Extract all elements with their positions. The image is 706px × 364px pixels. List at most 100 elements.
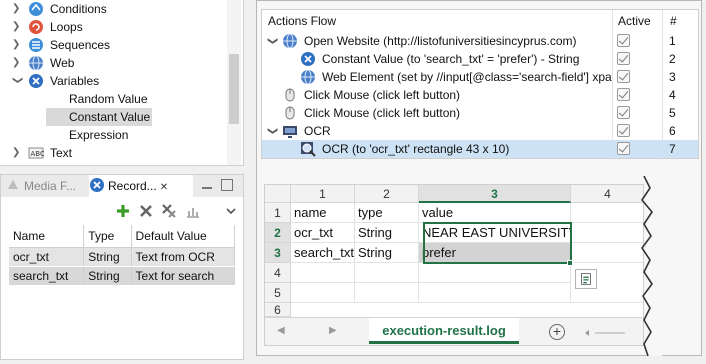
sheet-cell-selected[interactable]: NEAR EAST UNIVERSITY	[419, 223, 571, 243]
sheet-cell[interactable]: String	[355, 223, 419, 243]
chevron-down-icon[interactable]: ❯	[263, 37, 281, 45]
column-header-default-value[interactable]: Default Value	[131, 225, 236, 248]
tree-item-label: Web	[50, 56, 75, 70]
sheet-cell-empty[interactable]	[419, 263, 571, 283]
add-icon[interactable]	[115, 203, 131, 219]
active-checkbox[interactable]	[617, 88, 630, 101]
select-all-corner[interactable]	[265, 185, 291, 203]
tree-item-variables[interactable]: ❯ Variables	[0, 72, 228, 90]
sheet-tab[interactable]: execution-result.log	[369, 318, 519, 344]
row-header[interactable]: 1	[265, 203, 291, 223]
column-header-actions-flow[interactable]: Actions Flow	[268, 12, 336, 30]
active-checkbox[interactable]	[617, 52, 630, 65]
tree-item-text[interactable]: ❯ ABC Text	[0, 144, 228, 162]
sheet-cell-empty[interactable]	[419, 283, 571, 303]
flow-row-selected[interactable]: OCR (to 'ocr_txt' rectangle 43 x 10) 7	[262, 140, 698, 158]
tree-item-label: Random Value	[69, 92, 148, 106]
flow-row[interactable]: Click Mouse (click left button) 5	[262, 104, 698, 122]
tree-item-label: Expression	[69, 128, 129, 142]
chevron-right-icon[interactable]: ❯	[12, 144, 22, 162]
flow-row[interactable]: ❯ Open Website (http://listofuniversitie…	[262, 32, 698, 50]
chart-icon[interactable]	[185, 203, 201, 219]
tab-record-variables[interactable]: Record... ✕	[89, 175, 193, 197]
active-checkbox[interactable]	[617, 124, 630, 137]
flow-row-label: Web Element (set by //input[@class='sear…	[322, 70, 612, 84]
table-row[interactable]: ocr_txt String Text from OCR	[9, 247, 236, 267]
torn-edge-decoration	[641, 176, 662, 356]
sheet-cell-empty[interactable]	[355, 263, 419, 283]
text-abc-icon: ABC	[28, 147, 44, 159]
tree-item-random-value[interactable]: Random Value	[0, 90, 228, 108]
loops-icon	[29, 20, 43, 34]
chevron-down-icon[interactable]: ❯	[263, 127, 281, 135]
active-checkbox[interactable]	[617, 142, 630, 155]
active-checkbox[interactable]	[617, 34, 630, 47]
minimize-icon[interactable]	[201, 179, 213, 191]
column-header-active[interactable]: 3	[419, 185, 571, 203]
active-checkbox[interactable]	[617, 70, 630, 83]
column-header-number[interactable]: #	[670, 12, 677, 30]
tree-scrollbar[interactable]	[227, 0, 241, 165]
maximize-icon[interactable]	[221, 179, 233, 191]
view-tab-bar: Media F... Record... ✕	[0, 174, 244, 198]
sheet-cell[interactable]: search_txt	[291, 243, 355, 263]
sheet-cell[interactable]: ocr_txt	[291, 223, 355, 243]
scroll-thumb[interactable]	[229, 54, 239, 124]
scroll-left-arrow-icon[interactable]: ◀	[277, 325, 285, 336]
delete-all-icon[interactable]	[161, 203, 177, 219]
fill-handle[interactable]	[567, 260, 573, 266]
delete-icon[interactable]	[138, 203, 154, 219]
chevron-right-icon[interactable]: ❯	[12, 0, 22, 18]
sheet-cell-empty[interactable]	[291, 263, 355, 283]
table-row[interactable]: search_txt String Text for search	[9, 266, 236, 285]
view-menu-chevron-icon[interactable]	[223, 203, 239, 219]
sheet-cell[interactable]: String	[355, 243, 419, 263]
variable-x-icon	[90, 178, 104, 192]
conditions-icon	[29, 2, 43, 16]
flow-row-label: Click Mouse (click left button)	[304, 106, 461, 120]
row-number: 7	[669, 142, 676, 156]
tree-item-conditions[interactable]: ❯ Conditions	[0, 0, 228, 18]
close-icon[interactable]: ✕	[160, 182, 168, 193]
quick-analysis-icon[interactable]	[575, 269, 597, 289]
tree-item-loops[interactable]: ❯ Loops	[0, 18, 228, 36]
row-header[interactable]: 5	[265, 283, 291, 303]
column-header-type[interactable]: Type	[83, 225, 132, 248]
chevron-down-icon[interactable]: ❯	[8, 76, 26, 86]
add-sheet-icon[interactable]: +	[549, 324, 565, 340]
tree-item-web[interactable]: ❯ Web	[0, 54, 228, 72]
flow-row[interactable]: ❯ OCR 6	[262, 122, 698, 140]
tree-item-expression[interactable]: Expression	[0, 126, 228, 144]
tab-media-files[interactable]: Media F...	[5, 175, 76, 197]
column-header-name[interactable]: Name	[9, 225, 85, 248]
sheet-cell-empty[interactable]	[355, 283, 419, 303]
sheet-cell[interactable]: name	[291, 203, 355, 223]
tree-item-label: Constant Value	[69, 110, 151, 124]
chevron-right-icon[interactable]: ❯	[12, 18, 22, 36]
tree-item-constant-value[interactable]: Constant Value	[46, 108, 152, 126]
flow-row[interactable]: Click Mouse (click left button) 4	[262, 86, 698, 104]
column-header[interactable]: 2	[355, 185, 419, 203]
row-header[interactable]: 6	[265, 303, 291, 317]
scroll-right-arrow-icon[interactable]: ▶	[329, 325, 337, 336]
column-header-active[interactable]: Active	[618, 12, 651, 30]
tab-label: Media F...	[24, 179, 77, 193]
row-header-active[interactable]: 3	[265, 243, 291, 263]
column-header[interactable]: 1	[291, 185, 355, 203]
sheet-cell[interactable]: value	[419, 203, 571, 223]
chevron-right-icon[interactable]: ❯	[12, 36, 22, 54]
cell-name: search_txt	[9, 266, 85, 285]
sheet-cell[interactable]: type	[355, 203, 419, 223]
toolbox-tree: ❯ Conditions ❯ Loops ❯ Sequences ❯ Web ❯…	[0, 0, 244, 166]
tree-item-label: Variables	[50, 74, 100, 88]
tree-item-sequences[interactable]: ❯ Sequences	[0, 36, 228, 54]
active-checkbox[interactable]	[617, 106, 630, 119]
sheet-cell-selected[interactable]: prefer	[419, 243, 571, 263]
tree-item-label: Sequences	[50, 38, 111, 52]
chevron-right-icon[interactable]: ❯	[12, 54, 22, 72]
flow-row[interactable]: Constant Value (to 'search_txt' = 'prefe…	[262, 50, 698, 68]
row-header-active[interactable]: 2	[265, 223, 291, 243]
sheet-cell-empty[interactable]	[291, 283, 355, 303]
flow-row[interactable]: Web Element (set by //input[@class='sear…	[262, 68, 698, 86]
row-header[interactable]: 4	[265, 263, 291, 283]
